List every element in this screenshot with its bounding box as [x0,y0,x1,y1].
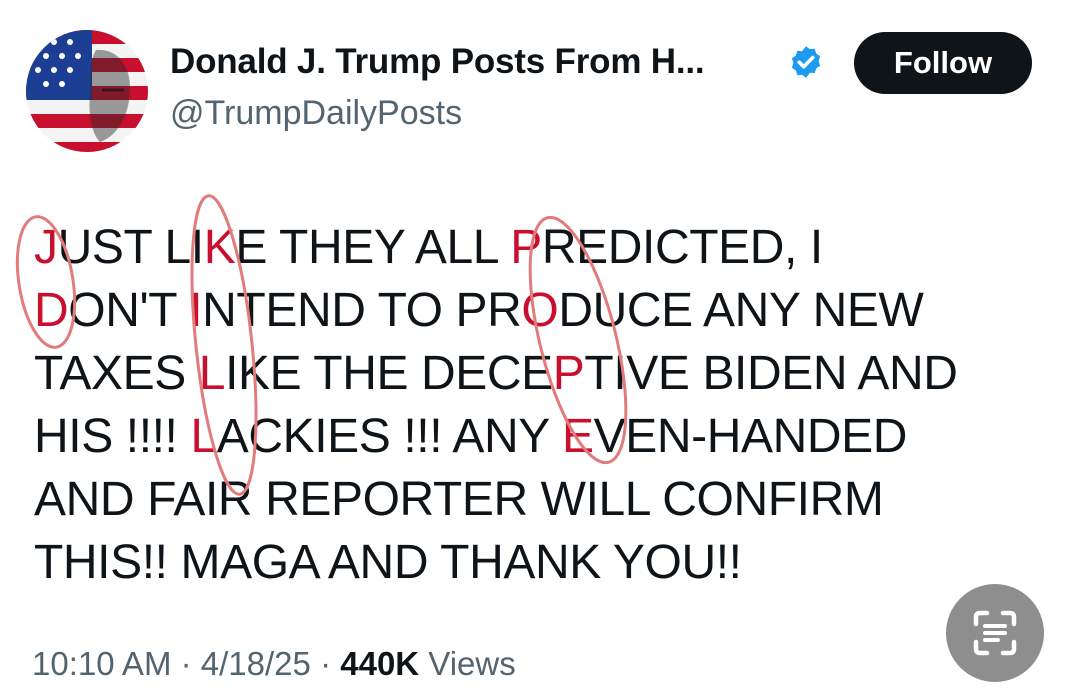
post-text-line: THIS!! MAGA AND THANK YOU!! [34,531,1034,594]
highlighted-letter: K [203,221,236,274]
highlighted-letter: L [198,347,226,400]
post-text-line: AND FAIR REPORTER WILL CONFIRM [34,468,1034,531]
highlighted-letter: P [510,221,542,274]
post-text-segment: ON'T [68,284,190,337]
post-text-segment: AND FAIR REPORTER WILL CONFIRM [34,473,884,526]
highlighted-letter: E [562,410,594,463]
highlighted-letter: P [552,347,585,400]
post-text-segment: NTEND TO PR [202,284,522,337]
post-text-segment: HIS !!!! [34,410,191,463]
views-count: 440K [340,645,420,682]
meta-separator: · [320,645,332,682]
highlighted-letter: O [521,284,559,337]
verified-badge-icon [791,46,821,78]
flag-portrait-avatar [26,30,148,152]
post-time[interactable]: 10:10 AM [32,645,171,682]
post-text-line: DON'T INTEND TO PRODUCE ANY NEW [34,279,1034,342]
highlighted-letter: I [189,284,203,337]
post-text: JUST LIKE THEY ALL PREDICTED, I DON'T INT… [34,216,1034,594]
highlighted-letter: L [190,410,217,463]
avatar[interactable] [26,30,148,152]
post-text-line: TAXES LIKE THE DECEPTIVE BIDEN AND [34,342,1034,405]
post-text-segment: UST LI [57,221,205,274]
post-text-line: JUST LIKE THEY ALL PREDICTED, I [34,216,1034,279]
post-text-segment: TAXES [34,347,199,400]
post-text-segment: TIVE BIDEN AND [584,347,958,400]
post-date[interactable]: 4/18/25 [201,645,311,682]
follow-button[interactable]: Follow [854,32,1032,94]
highlighted-letter: J [34,221,58,274]
post-text-segment: DUCE ANY NEW [558,284,924,337]
post-text-segment: REDICTED, I [541,221,823,274]
post-text-segment: IKE THE DECE [225,347,553,400]
author-display-name[interactable]: Donald J. Trump Posts From H... [170,42,705,82]
post-text-line: HIS !!!! LACKIES !!! ANY EVEN-HANDED [34,405,1034,468]
text-scan-icon [973,610,1017,656]
post-text-segment: THIS!! MAGA AND THANK YOU!! [34,536,742,589]
post-text-segment: VEN-HANDED [593,410,908,463]
post-meta: 10:10 AM · 4/18/25 · 440K Views [32,645,516,683]
author-handle[interactable]: @TrumpDailyPosts [170,94,462,133]
post-text-segment: E THEY ALL [235,221,511,274]
views-label: Views [428,645,516,682]
text-scan-button[interactable] [946,584,1044,682]
highlighted-letter: D [34,284,69,337]
post-text-segment: ACKIES !!! ANY [216,410,562,463]
meta-separator: · [180,645,192,682]
